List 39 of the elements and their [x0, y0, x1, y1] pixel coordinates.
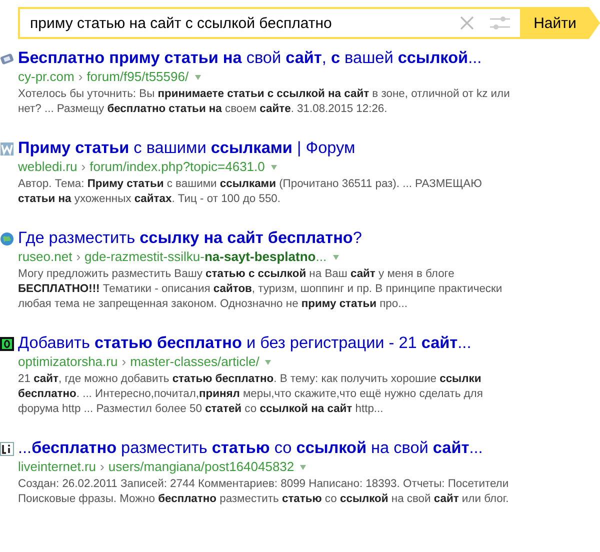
site-icon	[0, 336, 14, 350]
path-link[interactable]: master-classes/article/	[130, 353, 260, 370]
result-title-link[interactable]: ...бесплатно разместить статью со ссылкой на свой сайт...	[18, 439, 483, 458]
site-icon	[0, 442, 14, 456]
breadcrumb-separator: ›	[78, 68, 83, 85]
domain-link[interactable]: ruseo.net	[18, 248, 72, 265]
path-link[interactable]: users/mangiana/post164045832	[108, 458, 294, 475]
caret-icon[interactable]	[270, 165, 277, 170]
caret-icon[interactable]	[265, 360, 272, 365]
domain-link[interactable]: liveinternet.ru	[18, 458, 96, 475]
result-title-link[interactable]: Добавить статью бесплатно и без регистрации - 21 сайт...	[18, 334, 472, 353]
domain-link[interactable]: webledi.ru	[18, 158, 78, 175]
breadcrumb-separator: ›	[100, 458, 104, 475]
caret-icon[interactable]	[194, 75, 201, 80]
clear-icon[interactable]	[460, 16, 474, 30]
path-link[interactable]: forum/index.php?topic=4631.0	[90, 158, 265, 175]
path-link[interactable]: gde-razmestit-ssilku-na-sayt-besplatno...	[84, 248, 327, 265]
caret-icon[interactable]	[332, 255, 339, 260]
breadcrumb-separator: ›	[76, 248, 81, 265]
result-snippet: Создан: 26.02.2011 Записей: 2744 Комментариев: 8099 Написано: 18393. Отчеты: Посетители Поисковые фразы. Можно бесплатно разместить статью со ссылкой на свой сайт или блог.	[18, 477, 510, 507]
domain-link[interactable]: cy-pr.com	[18, 68, 74, 85]
result-snippet: Могу предложить разместить Вашу статью с ссылкой на Ваш сайт у меня в блоге БЕСПЛАТНО!!! Тематики - описания сайтов, туризм, шоппинг и пр. В принципе практически любая тема не запрещенная законом. Однозначно не приму статьи про...	[18, 267, 504, 312]
site-icon	[0, 142, 14, 156]
result-title-link[interactable]: Приму статьи с вашими ссылками | Форум	[18, 139, 356, 158]
search-button[interactable]: Найти	[520, 7, 600, 39]
result-title-link[interactable]: Где разместить ссылку на сайт бесплатно?	[18, 229, 362, 248]
result-snippet: 21 сайт, где можно добавить статью бесплатно. В тему: как получить хорошие ссылки бесплатно. ... Интересно,почитал,принял меры,что скажите,что ещё нужно сделать для форума http ... Разместил более 50 статей со ссылкой на сайт http...	[18, 372, 484, 417]
sliders-icon[interactable]	[490, 15, 510, 31]
result-snippet: Хотелось бы уточнить: Вы принимаете статьи с ссылкой на сайт в зоне, отличной от kz или нет? ... Размещу бесплатно статьи на своем сайте. 31.08.2015 12:26.	[18, 87, 511, 117]
domain-link[interactable]: optimizatorsha.ru	[18, 353, 118, 370]
result-snippet: Автор. Тема: Приму статьи с вашими ссылками (Прочитано 36511 раз). ... РАЗМЕЩАЮ статьи на ухоженных сайтах. Тиц - от 100 до 550.	[18, 177, 483, 207]
site-icon	[0, 52, 14, 66]
site-icon	[0, 232, 14, 246]
result-title-link[interactable]: Бесплатно приму статьи на свой сайт, с вашей ссылкой...	[18, 49, 482, 68]
path-link[interactable]: forum/f95/t55596/	[86, 68, 189, 85]
breadcrumb-separator: ›	[81, 158, 86, 175]
search-field[interactable]: приму статью на сайт с ссылкой бесплатно	[18, 7, 520, 39]
caret-icon[interactable]	[300, 465, 306, 470]
breadcrumb-separator: ›	[122, 353, 126, 370]
